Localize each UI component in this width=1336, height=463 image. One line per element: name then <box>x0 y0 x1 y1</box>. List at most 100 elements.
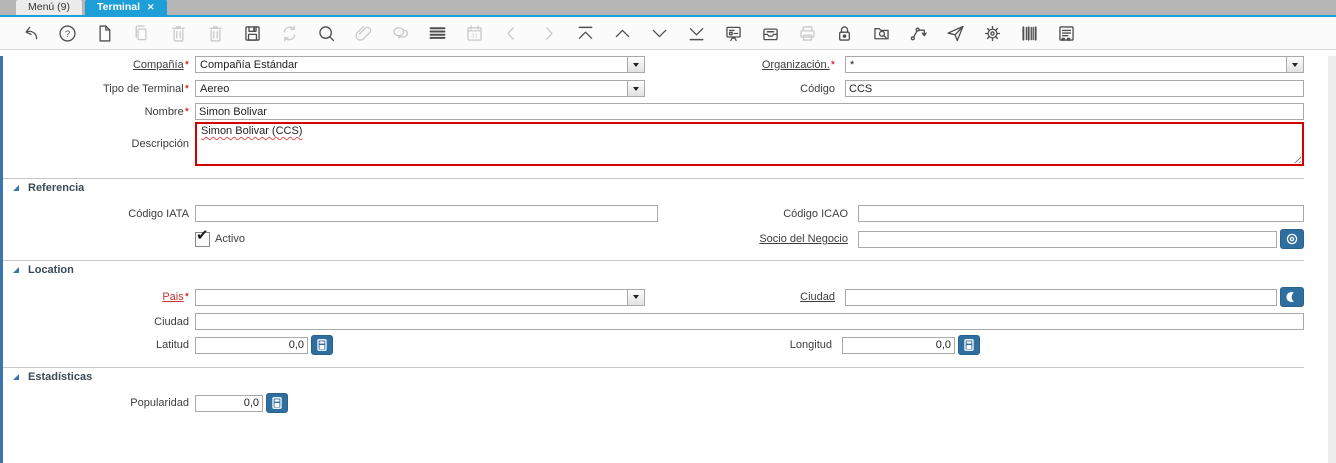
chevron-down-icon[interactable] <box>627 57 644 72</box>
find-icon[interactable] <box>316 23 337 44</box>
report-icon[interactable] <box>723 23 744 44</box>
window-report-icon[interactable] <box>1056 23 1077 44</box>
parent-tab-icon <box>501 23 522 44</box>
longitud-input[interactable] <box>842 336 955 354</box>
next-record-icon[interactable] <box>649 23 670 44</box>
last-record-icon[interactable] <box>686 23 707 44</box>
ciudad-lookup-input[interactable] <box>845 288 1277 306</box>
codigo-iata-label: Código IATA <box>128 207 189 220</box>
pais-label[interactable]: Pais* <box>3 291 195 303</box>
chevron-down-icon[interactable] <box>627 81 644 96</box>
socio-del-negocio-input[interactable] <box>858 230 1277 248</box>
calendar-icon: 31 <box>464 23 485 44</box>
chevron-down-icon[interactable] <box>627 289 644 305</box>
section-estadisticas[interactable]: Estadísticas <box>3 370 1336 384</box>
calculator-icon <box>272 397 282 409</box>
business-partner-search-button[interactable] <box>1280 229 1304 249</box>
codigo-label: Código <box>800 82 835 95</box>
organizacion-label[interactable]: Organización.* <box>645 59 845 71</box>
chat-icon <box>390 23 411 44</box>
tipo-de-terminal-label: Tipo de Terminal* <box>103 82 189 95</box>
calculator-button[interactable] <box>311 335 333 355</box>
tab-menu-label: Menú (9) <box>28 1 71 13</box>
chevron-down-icon[interactable] <box>1286 57 1303 72</box>
delete-record-icon <box>168 23 189 44</box>
tab-bar: Menú (9) Terminal ✕ <box>0 0 1336 17</box>
calculator-icon <box>317 339 327 351</box>
section-referencia[interactable]: Referencia <box>3 181 1336 195</box>
tab-terminal[interactable]: Terminal ✕ <box>85 0 167 15</box>
socio-del-negocio-label[interactable]: Socio del Negocio <box>658 233 858 245</box>
help-icon[interactable]: ? <box>57 23 78 44</box>
send-mail-icon[interactable] <box>945 23 966 44</box>
collapse-arrow-icon[interactable] <box>13 185 19 191</box>
delete-selection-icon <box>205 23 226 44</box>
first-record-icon[interactable] <box>575 23 596 44</box>
change-log-icon[interactable] <box>427 23 448 44</box>
copy-record-icon <box>131 23 152 44</box>
city-crescent-icon <box>1286 292 1294 302</box>
ciudad-label: Ciudad <box>154 315 189 328</box>
archive-icon[interactable] <box>760 23 781 44</box>
tipo-de-terminal-value: Aereo <box>200 82 230 95</box>
undo-icon[interactable] <box>20 23 41 44</box>
section-divider <box>3 367 1304 368</box>
refresh-icon <box>279 23 300 44</box>
resize-handle-icon[interactable] <box>1292 154 1301 163</box>
descripcion-value: Simon Bolivar (CCS) <box>201 125 303 137</box>
longitud-label: Longitud <box>789 339 832 351</box>
calculator-button[interactable] <box>266 393 288 413</box>
new-record-icon[interactable] <box>94 23 115 44</box>
scrollbar-rail[interactable] <box>1328 56 1336 463</box>
toolbar: ? 31 <box>0 17 1336 50</box>
calculator-button[interactable] <box>958 335 980 355</box>
compania-value: Compañía Estándar <box>200 58 298 71</box>
ciudad-lookup-label[interactable]: Ciudad <box>645 291 845 303</box>
activo-label: Activo <box>215 233 245 245</box>
section-location[interactable]: Location <box>3 263 1336 277</box>
calculator-icon <box>964 339 974 351</box>
section-divider <box>3 178 1304 179</box>
zoom-across-icon[interactable] <box>871 23 892 44</box>
previous-record-icon[interactable] <box>612 23 633 44</box>
codigo-icao-input[interactable] <box>858 205 1304 222</box>
compania-combobox[interactable]: Compañía Estándar <box>195 56 645 73</box>
collapse-arrow-icon[interactable] <box>13 374 19 380</box>
organizacion-value: * <box>850 58 855 71</box>
section-referencia-title: Referencia <box>28 182 85 194</box>
latitud-label: Latitud <box>155 339 189 351</box>
print-icon <box>797 23 818 44</box>
compania-label[interactable]: Compañía* <box>3 59 195 71</box>
section-divider <box>3 260 1304 261</box>
tab-menu[interactable]: Menú (9) <box>16 0 83 15</box>
svg-text:?: ? <box>65 28 70 39</box>
latitud-input[interactable] <box>195 336 308 354</box>
organizacion-combobox[interactable]: * <box>845 56 1304 73</box>
workflow-icon[interactable] <box>908 23 929 44</box>
preferences-icon[interactable] <box>982 23 1003 44</box>
tipo-de-terminal-combobox[interactable]: Aereo <box>195 80 645 97</box>
product-attribute-icon[interactable] <box>1019 23 1040 44</box>
city-lookup-button[interactable] <box>1280 287 1304 307</box>
pais-combobox[interactable] <box>195 288 645 306</box>
nombre-label: Nombre* <box>144 105 189 118</box>
nombre-input[interactable] <box>195 103 1304 120</box>
codigo-iata-input[interactable] <box>195 205 658 222</box>
collapse-arrow-icon[interactable] <box>13 267 19 273</box>
save-icon[interactable] <box>242 23 263 44</box>
section-estadisticas-title: Estadísticas <box>28 371 93 383</box>
svg-text:31: 31 <box>471 33 477 39</box>
ciudad-input[interactable] <box>195 313 1304 330</box>
detail-tab-icon <box>538 23 559 44</box>
descripcion-textarea[interactable]: Simon Bolivar (CCS) <box>195 122 1304 166</box>
popularidad-input[interactable] <box>195 394 263 412</box>
business-partner-icon <box>1286 233 1298 245</box>
attachment-icon <box>353 23 374 44</box>
popularidad-label: Popularidad <box>130 397 189 409</box>
codigo-icao-label: Código ICAO <box>783 207 848 220</box>
codigo-input[interactable] <box>845 80 1304 97</box>
activo-checkbox[interactable]: ✔ <box>195 227 210 247</box>
terminal-form: Compañía* Compañía Estándar Organización… <box>0 56 1336 463</box>
close-icon[interactable]: ✕ <box>147 0 155 15</box>
lock-icon[interactable] <box>834 23 855 44</box>
